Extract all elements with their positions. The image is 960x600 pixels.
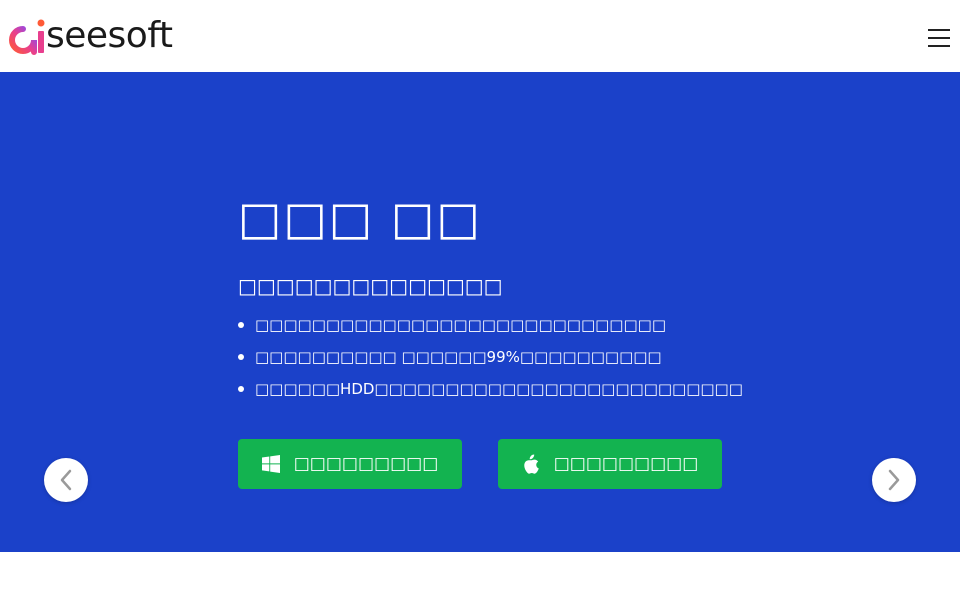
download-windows-button[interactable]: □□□□□□□□□ (238, 439, 462, 489)
feature-item: □□□□□□HDD□□□□□□□□□□□□□□□□□□□□□□□□□□ (238, 376, 743, 408)
carousel-next-button[interactable] (872, 458, 916, 502)
aiseesoft-logo-icon (9, 19, 45, 55)
feature-item: □□□□□□□□□□ □□□□□□99%□□□□□□□□□□ (238, 344, 743, 376)
hamburger-menu-icon-bar (928, 45, 950, 47)
feature-item: □□□□□□□□□□□□□□□□□□□□□□□□□□□□□ (238, 312, 743, 344)
carousel-prev-button[interactable] (44, 458, 88, 502)
site-header: seesoft (0, 0, 960, 72)
feature-text: □□□□□□□□□□□□□□□□□□□□□□□□□□□□□ (255, 316, 666, 334)
windows-icon (261, 455, 280, 473)
feature-text: □□□□□□HDD□□□□□□□□□□□□□□□□□□□□□□□□□□ (255, 380, 743, 398)
bullet-icon (238, 354, 244, 360)
logo-text: seesoft (46, 15, 173, 56)
feature-text: □□□□□□□□□□ □□□□□□99%□□□□□□□□□□ (255, 348, 662, 366)
chevron-left-icon (60, 469, 72, 491)
download-mac-button[interactable]: □□□□□□□□□ (498, 439, 722, 489)
hero-banner: □□□ □□ □□□□□□□□□□□□□□ □□□□□□□□□□□□□□□□□□… (0, 72, 960, 552)
hero-subtitle: □□□□□□□□□□□□□□ (238, 274, 503, 298)
chevron-right-icon (888, 469, 900, 491)
hero-title: □□□ □□ (238, 191, 482, 245)
feature-list: □□□□□□□□□□□□□□□□□□□□□□□□□□□□□ □□□□□□□□□□… (238, 312, 743, 408)
download-windows-label: □□□□□□□□□ (293, 454, 439, 474)
bullet-icon (238, 322, 244, 328)
hamburger-menu-button[interactable] (926, 20, 952, 50)
logo-link[interactable]: seesoft (7, 14, 173, 58)
hamburger-menu-icon-bar (928, 37, 950, 39)
hamburger-menu-icon (928, 29, 950, 31)
download-mac-label: □□□□□□□□□ (553, 454, 699, 474)
bullet-icon (238, 386, 244, 392)
apple-icon (523, 454, 539, 474)
